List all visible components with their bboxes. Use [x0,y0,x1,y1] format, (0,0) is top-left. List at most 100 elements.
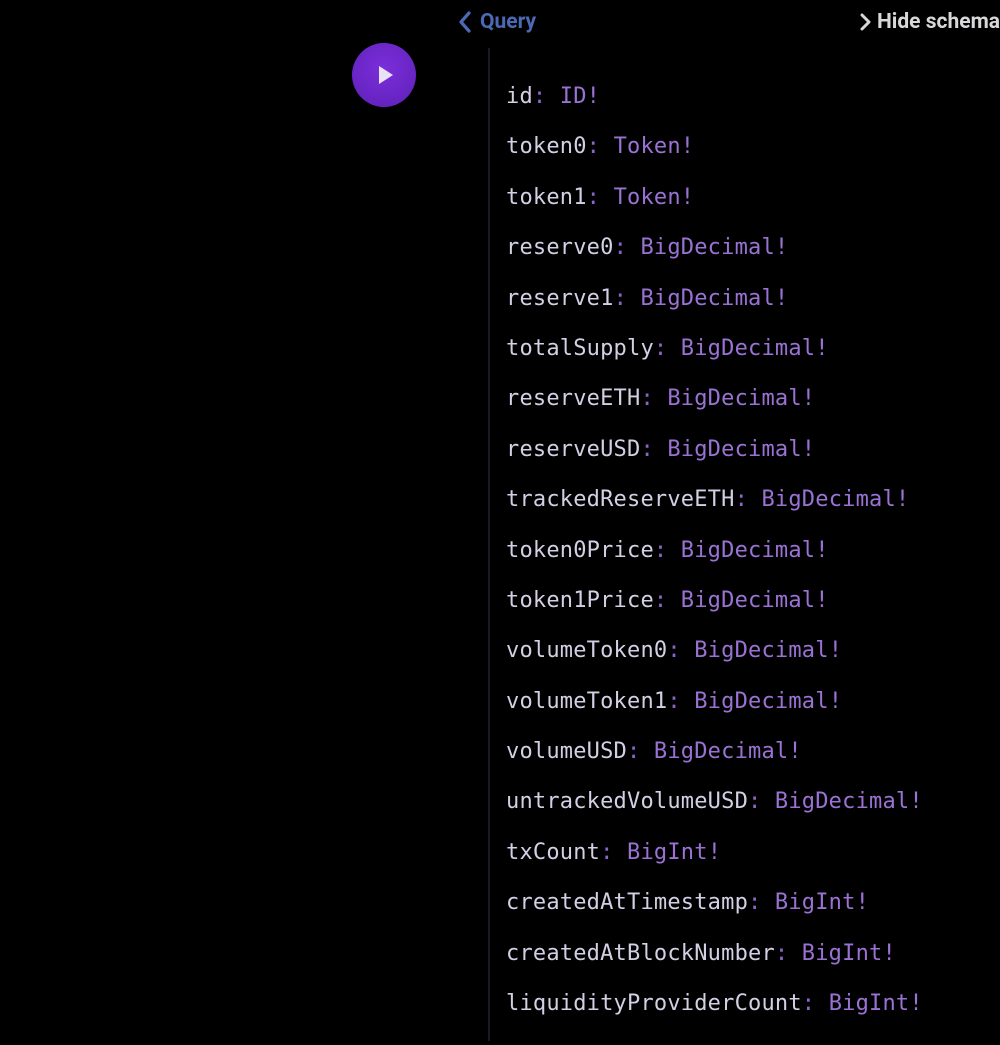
colon-separator: : [654,538,681,563]
schema-field-name: token1 [506,185,587,210]
schema-panel: id: ID!token0: Token!token1: Token!reser… [488,48,1000,1041]
schema-field-name: volumeUSD [506,739,627,764]
non-null-bang: ! [681,134,694,159]
schema-field-name: reserve1 [506,286,614,311]
schema-field-type[interactable]: BigDecimal [775,789,909,814]
hide-schema-button[interactable]: Hide schema [860,10,1000,34]
colon-separator: : [775,941,802,966]
schema-field-type[interactable]: BigDecimal [667,437,801,462]
schema-field-type[interactable]: BigDecimal [681,538,815,563]
schema-field-list: id: ID!token0: Token!token1: Token!reser… [506,84,1000,1017]
non-null-bang: ! [856,890,869,915]
non-null-bang: ! [802,386,815,411]
non-null-bang: ! [775,235,788,260]
non-null-bang: ! [909,789,922,814]
non-null-bang: ! [708,840,721,865]
schema-field-name: volumeToken0 [506,638,667,663]
topbar: Query Hide schema [0,0,1000,48]
schema-field-name: txCount [506,840,600,865]
colon-separator: : [802,991,829,1016]
schema-field-row[interactable]: token0Price: BigDecimal! [506,538,1000,564]
schema-field-row[interactable]: reserve0: BigDecimal! [506,235,1000,261]
schema-field-row[interactable]: totalSupply: BigDecimal! [506,336,1000,362]
colon-separator: : [533,84,560,109]
schema-field-name: volumeToken1 [506,689,667,714]
non-null-bang: ! [681,185,694,210]
schema-field-type[interactable]: Token [614,134,681,159]
schema-field-type[interactable]: BigDecimal [654,739,788,764]
colon-separator: : [640,437,667,462]
non-null-bang: ! [909,991,922,1016]
colon-separator: : [748,789,775,814]
schema-field-row[interactable]: volumeToken0: BigDecimal! [506,638,1000,664]
non-null-bang: ! [829,638,842,663]
colon-separator: : [627,739,654,764]
schema-field-row[interactable]: liquidityProviderCount: BigInt! [506,991,1000,1017]
colon-separator: : [614,235,641,260]
back-label: Query [480,10,536,34]
schema-field-row[interactable]: volumeUSD: BigDecimal! [506,739,1000,765]
non-null-bang: ! [802,437,815,462]
schema-field-type[interactable]: BigDecimal [694,638,828,663]
schema-field-row[interactable]: txCount: BigInt! [506,840,1000,866]
schema-field-name: liquidityProviderCount [506,991,802,1016]
play-icon [379,66,393,84]
non-null-bang: ! [829,689,842,714]
schema-field-row[interactable]: token1Price: BigDecimal! [506,588,1000,614]
colon-separator: : [587,134,614,159]
schema-field-type[interactable]: Token [614,185,681,210]
schema-field-name: createdAtTimestamp [506,890,748,915]
colon-separator: : [748,890,775,915]
schema-field-row[interactable]: token0: Token! [506,134,1000,160]
schema-field-row[interactable]: token1: Token! [506,185,1000,211]
schema-field-name: trackedReserveETH [506,487,735,512]
schema-field-type[interactable]: BigDecimal [640,235,774,260]
schema-field-name: createdAtBlockNumber [506,941,775,966]
schema-field-type[interactable]: BigInt [802,941,883,966]
schema-field-row[interactable]: reserveETH: BigDecimal! [506,386,1000,412]
schema-field-type[interactable]: BigDecimal [667,386,801,411]
schema-field-row[interactable]: trackedReserveETH: BigDecimal! [506,487,1000,513]
colon-separator: : [735,487,762,512]
schema-field-type[interactable]: ID [560,84,587,109]
schema-field-type[interactable]: BigDecimal [640,286,774,311]
non-null-bang: ! [815,336,828,361]
schema-field-name: reserve0 [506,235,614,260]
colon-separator: : [614,286,641,311]
colon-separator: : [640,386,667,411]
schema-field-row[interactable]: reserveUSD: BigDecimal! [506,437,1000,463]
back-to-query-button[interactable]: Query [458,10,536,34]
chevron-right-icon [860,13,872,31]
non-null-bang: ! [896,487,909,512]
non-null-bang: ! [587,84,600,109]
non-null-bang: ! [775,286,788,311]
schema-field-name: id [506,84,533,109]
colon-separator: : [654,336,681,361]
schema-field-name: token0 [506,134,587,159]
non-null-bang: ! [788,739,801,764]
schema-field-name: untrackedVolumeUSD [506,789,748,814]
run-query-button[interactable] [352,43,416,107]
schema-field-type[interactable]: BigInt [627,840,708,865]
schema-field-type[interactable]: BigDecimal [681,336,815,361]
colon-separator: : [654,588,681,613]
schema-field-type[interactable]: BigDecimal [694,689,828,714]
schema-field-name: token0Price [506,538,654,563]
schema-field-row[interactable]: reserve1: BigDecimal! [506,286,1000,312]
schema-field-type[interactable]: BigInt [829,991,910,1016]
schema-field-type[interactable]: BigDecimal [761,487,895,512]
schema-field-row[interactable]: volumeToken1: BigDecimal! [506,689,1000,715]
schema-field-type[interactable]: BigInt [775,890,856,915]
schema-field-row[interactable]: id: ID! [506,84,1000,110]
schema-field-row[interactable]: createdAtTimestamp: BigInt! [506,890,1000,916]
non-null-bang: ! [882,941,895,966]
colon-separator: : [587,185,614,210]
non-null-bang: ! [815,538,828,563]
chevron-left-icon [458,11,472,33]
schema-field-type[interactable]: BigDecimal [681,588,815,613]
schema-field-name: reserveETH [506,386,640,411]
colon-separator: : [667,638,694,663]
schema-field-row[interactable]: untrackedVolumeUSD: BigDecimal! [506,789,1000,815]
colon-separator: : [667,689,694,714]
schema-field-row[interactable]: createdAtBlockNumber: BigInt! [506,941,1000,967]
